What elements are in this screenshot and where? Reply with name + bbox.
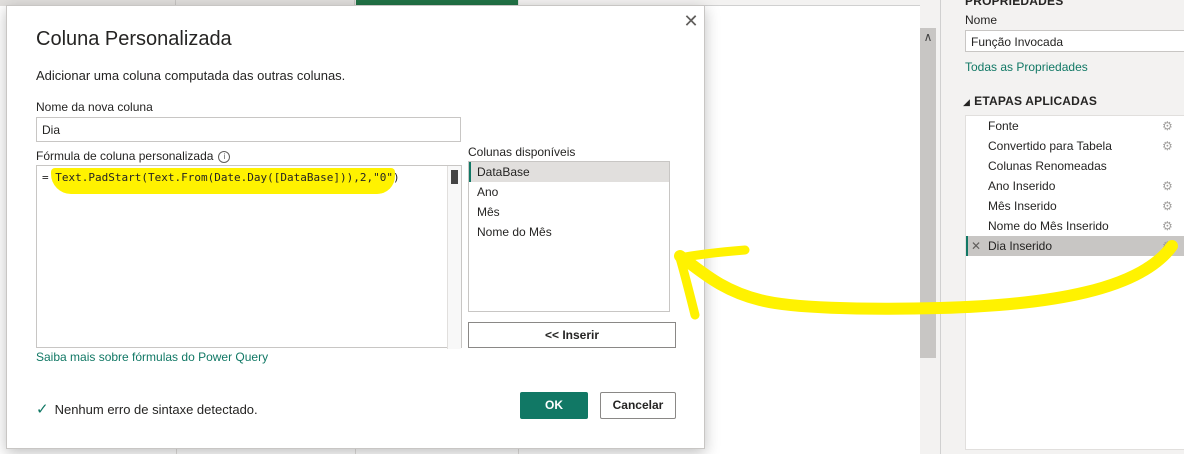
formula-value: Text.PadStart(Text.From(Date.Day([DataBa… (55, 171, 400, 184)
formula-scrollbar[interactable] (447, 166, 461, 349)
gear-icon[interactable]: ⚙ (1162, 236, 1173, 256)
custom-column-dialog: Coluna Personalizada ✕ Adicionar uma col… (6, 5, 705, 449)
syntax-status: ✓ Nenhum erro de sintaxe detectado. (36, 400, 258, 418)
delete-step-icon[interactable]: ✕ (971, 236, 981, 256)
new-column-name-label: Nome da nova coluna (36, 100, 153, 114)
gear-icon[interactable]: ⚙ (1162, 196, 1173, 216)
query-settings-panel: PROPRIEDADES Nome Função Invocada Todas … (941, 0, 1184, 454)
syntax-status-text: Nenhum erro de sintaxe detectado. (54, 402, 258, 417)
step-label: Convertido para Tabela (988, 139, 1112, 153)
formula-label: Fórmula de coluna personalizada i (36, 149, 231, 163)
applied-steps-title: ◢ ETAPAS APLICADAS (963, 94, 1097, 108)
scroll-thumb[interactable] (451, 170, 458, 184)
step-fonte[interactable]: Fonte ⚙ (966, 116, 1184, 136)
insert-button[interactable]: << Inserir (468, 322, 676, 348)
close-icon[interactable]: ✕ (681, 11, 701, 31)
available-columns-list: DataBase Ano Mês Nome do Mês (468, 161, 670, 312)
scroll-up-icon[interactable]: ∧ (921, 30, 935, 44)
formula-prefix: = (42, 171, 56, 184)
column-item-nome-mes[interactable]: Nome do Mês (469, 222, 669, 242)
collapse-icon[interactable]: ◢ (963, 97, 970, 107)
info-icon[interactable]: i (218, 150, 231, 163)
check-icon: ✓ (36, 401, 49, 418)
query-name-input[interactable]: Função Invocada (965, 30, 1184, 52)
step-label: Nome do Mês Inserido (988, 219, 1109, 233)
step-ano-inserido[interactable]: Ano Inserido ⚙ (966, 176, 1184, 196)
column-item-mes[interactable]: Mês (469, 202, 669, 222)
step-label: Fonte (988, 119, 1019, 133)
available-columns-label: Colunas disponíveis (468, 145, 576, 159)
ok-button[interactable]: OK (520, 392, 588, 419)
formula-editor[interactable]: = Text.PadStart(Text.From(Date.Day([Data… (36, 165, 462, 349)
step-label: Mês Inserido (988, 199, 1057, 213)
cancel-button[interactable]: Cancelar (600, 392, 676, 419)
dialog-description: Adicionar uma coluna computada das outra… (36, 68, 346, 83)
new-column-name-input[interactable]: Dia (36, 117, 461, 142)
gear-icon[interactable]: ⚙ (1162, 116, 1173, 136)
applied-steps-label: ETAPAS APLICADAS (974, 94, 1098, 108)
all-properties-link[interactable]: Todas as Propriedades (965, 60, 1088, 74)
step-label: Colunas Renomeadas (988, 159, 1107, 173)
step-nome-mes-inserido[interactable]: Nome do Mês Inserido ⚙ (966, 216, 1184, 236)
step-convertido[interactable]: Convertido para Tabela ⚙ (966, 136, 1184, 156)
step-label: Dia Inserido (988, 239, 1053, 253)
gear-icon[interactable]: ⚙ (1162, 136, 1173, 156)
column-item-ano[interactable]: Ano (469, 182, 669, 202)
step-label: Ano Inserido (988, 179, 1056, 193)
gear-icon[interactable]: ⚙ (1162, 176, 1173, 196)
vertical-scrollbar[interactable] (920, 28, 936, 358)
column-item-database[interactable]: DataBase (469, 162, 669, 182)
gear-icon[interactable]: ⚙ (1162, 216, 1173, 236)
applied-steps-list: Fonte ⚙ Convertido para Tabela ⚙ Colunas… (965, 115, 1184, 450)
step-dia-inserido[interactable]: ✕ Dia Inserido ⚙ (966, 236, 1184, 256)
formula-text[interactable]: = Text.PadStart(Text.From(Date.Day([Data… (42, 171, 400, 184)
formula-label-text: Fórmula de coluna personalizada (36, 149, 214, 163)
step-colunas-renomeadas[interactable]: Colunas Renomeadas (966, 156, 1184, 176)
learn-more-link[interactable]: Saiba mais sobre fórmulas do Power Query (36, 350, 268, 364)
name-label: Nome (965, 13, 998, 27)
properties-title: PROPRIEDADES (965, 0, 1064, 8)
dialog-title: Coluna Personalizada (36, 28, 232, 50)
step-mes-inserido[interactable]: Mês Inserido ⚙ (966, 196, 1184, 216)
